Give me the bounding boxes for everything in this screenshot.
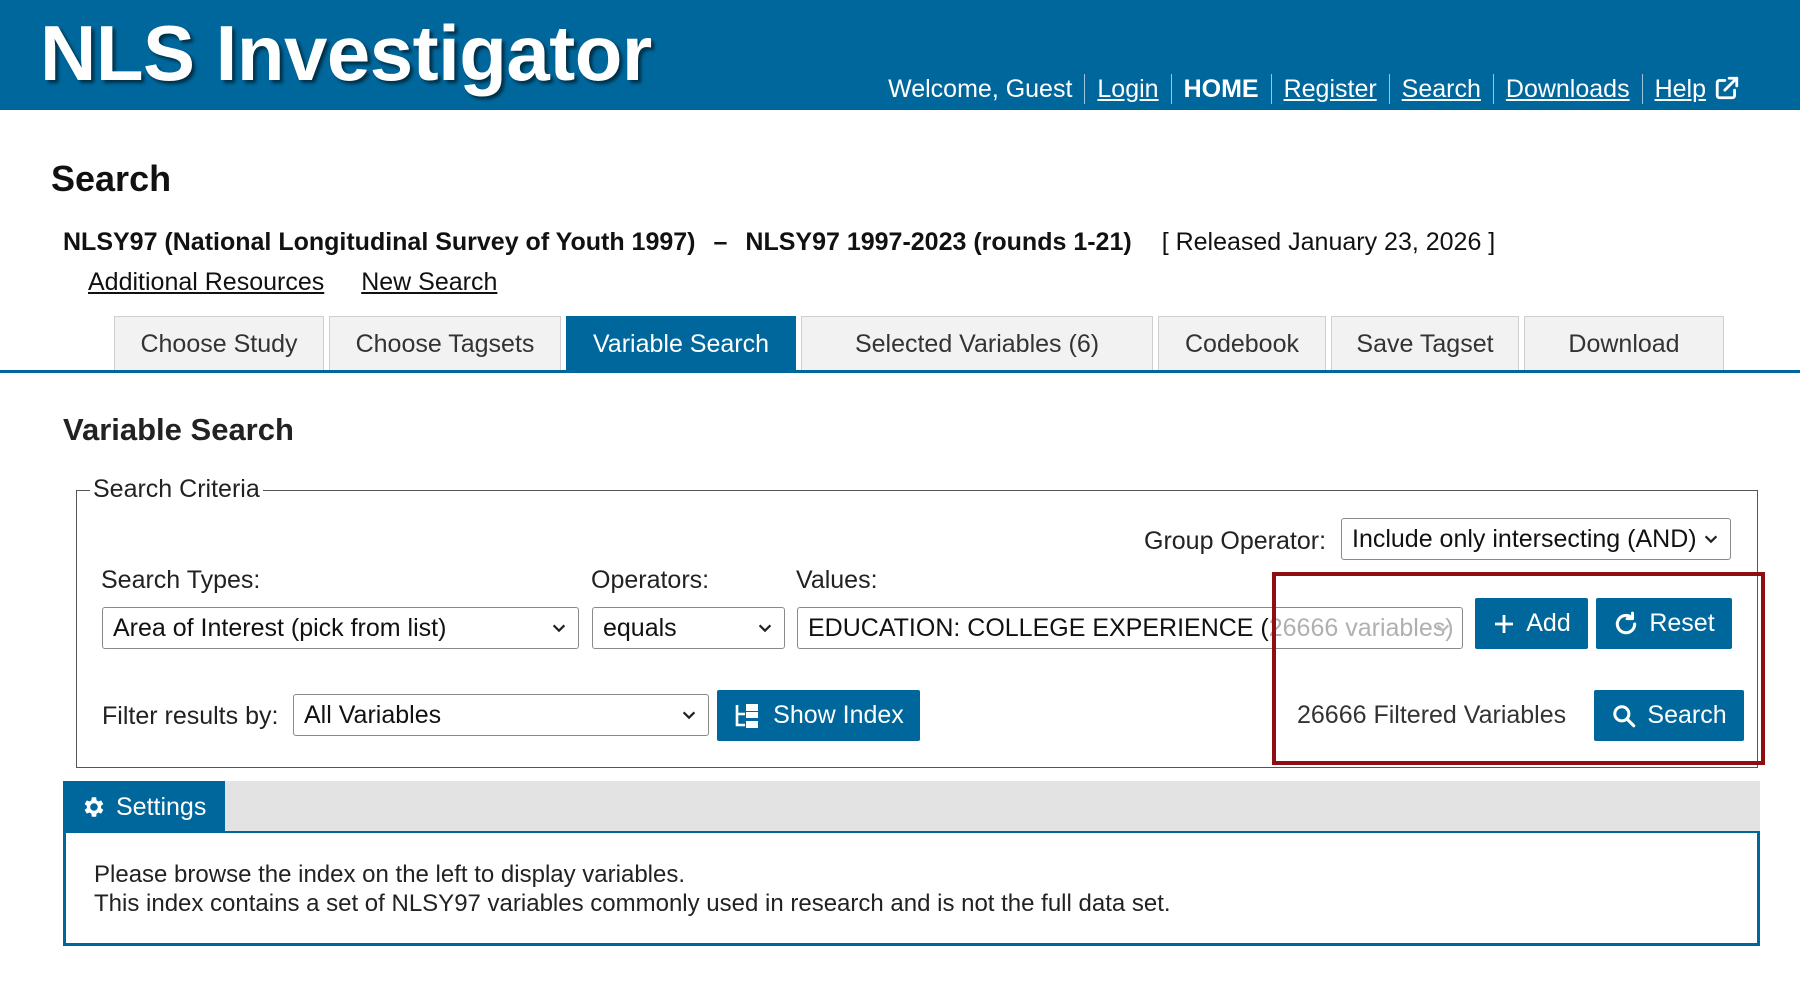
chevron-down-icon	[1704, 535, 1718, 544]
nav-divider	[1170, 74, 1172, 104]
gear-icon	[84, 797, 104, 817]
index-info-box: Please browse the index on the left to d…	[63, 831, 1760, 946]
study-release: NLSY97 1997-2023 (rounds 1-21)	[745, 228, 1132, 256]
info-message-line2: This index contains a set of NLSY97 vari…	[94, 890, 1171, 917]
operators-label: Operators:	[591, 566, 710, 594]
settings-tab[interactable]: Settings	[63, 781, 225, 833]
section-title: Variable Search	[63, 412, 294, 447]
settings-tab-label: Settings	[116, 792, 207, 821]
brand-logo-text: NLS Investigator	[40, 9, 652, 97]
tab-download[interactable]: Download	[1524, 316, 1724, 372]
chevron-down-icon	[552, 624, 566, 633]
page-title: Search	[51, 158, 172, 199]
tab-selected-variables[interactable]: Selected Variables (6)	[801, 316, 1153, 372]
tab-save-tagset[interactable]: Save Tagset	[1331, 316, 1519, 372]
page-links: Additional Resources New Search	[88, 268, 527, 297]
help-link-label: Help	[1654, 74, 1706, 103]
top-header: NLS Investigator Welcome, Guest Login HO…	[0, 0, 1800, 110]
top-nav: Welcome, Guest Login HOME Register Searc…	[888, 74, 1740, 104]
nav-divider	[1084, 74, 1086, 104]
tab-variable-search[interactable]: Variable Search	[566, 316, 796, 372]
search-criteria-legend: Search Criteria	[90, 475, 263, 504]
search-link[interactable]: Search	[1402, 75, 1481, 104]
welcome-text: Welcome, Guest	[888, 74, 1073, 103]
tree-index-icon	[735, 703, 759, 728]
info-message-line1: Please browse the index on the left to d…	[94, 861, 686, 888]
chevron-down-icon	[758, 624, 772, 633]
main-tabs: Choose Study Choose Tagsets Variable Sea…	[114, 316, 1724, 372]
values-label: Values:	[796, 566, 878, 594]
filter-select[interactable]: All Variables	[293, 694, 709, 736]
operators-select[interactable]: equals	[592, 607, 785, 649]
home-link[interactable]: HOME	[1184, 75, 1259, 104]
nav-divider	[1641, 74, 1643, 104]
tab-choose-study[interactable]: Choose Study	[114, 316, 324, 372]
show-index-button[interactable]: Show Index	[717, 690, 920, 741]
study-dash: –	[713, 228, 728, 256]
search-types-label: Search Types:	[101, 566, 261, 594]
tab-underline	[0, 370, 1800, 373]
tab-choose-tagsets[interactable]: Choose Tagsets	[329, 316, 561, 372]
chevron-down-icon	[682, 711, 696, 720]
new-search-link[interactable]: New Search	[361, 268, 497, 296]
study-name: NLSY97 (National Longitudinal Survey of …	[63, 228, 696, 256]
group-operator-select[interactable]: Include only intersecting (AND)	[1341, 518, 1731, 560]
nav-divider	[1270, 74, 1272, 104]
tab-codebook[interactable]: Codebook	[1158, 316, 1326, 372]
additional-resources-link[interactable]: Additional Resources	[88, 268, 324, 296]
search-types-select[interactable]: Area of Interest (pick from list)	[102, 607, 579, 649]
help-link[interactable]: Help	[1655, 75, 1740, 104]
show-index-button-label: Show Index	[773, 701, 904, 729]
login-link[interactable]: Login	[1097, 75, 1158, 104]
settings-bar	[63, 781, 1760, 831]
highlight-box	[1272, 572, 1765, 765]
nav-divider	[1388, 74, 1390, 104]
external-link-icon	[1715, 76, 1739, 99]
nav-divider	[1492, 74, 1494, 104]
filter-value: All Variables	[304, 700, 442, 729]
register-link[interactable]: Register	[1284, 75, 1377, 104]
values-value: EDUCATION: COLLEGE EXPERIENCE (	[808, 613, 1269, 642]
study-info: NLSY97 (National Longitudinal Survey of …	[63, 228, 1495, 257]
downloads-link[interactable]: Downloads	[1506, 75, 1630, 104]
filter-label: Filter results by:	[102, 702, 279, 730]
operators-value: equals	[603, 613, 677, 642]
release-date: [ Released January 23, 2026 ]	[1161, 228, 1496, 256]
search-types-value: Area of Interest (pick from list)	[113, 613, 447, 642]
group-operator-label: Group Operator:	[1144, 527, 1327, 555]
group-operator-value: Include only intersecting (AND)	[1352, 524, 1697, 553]
